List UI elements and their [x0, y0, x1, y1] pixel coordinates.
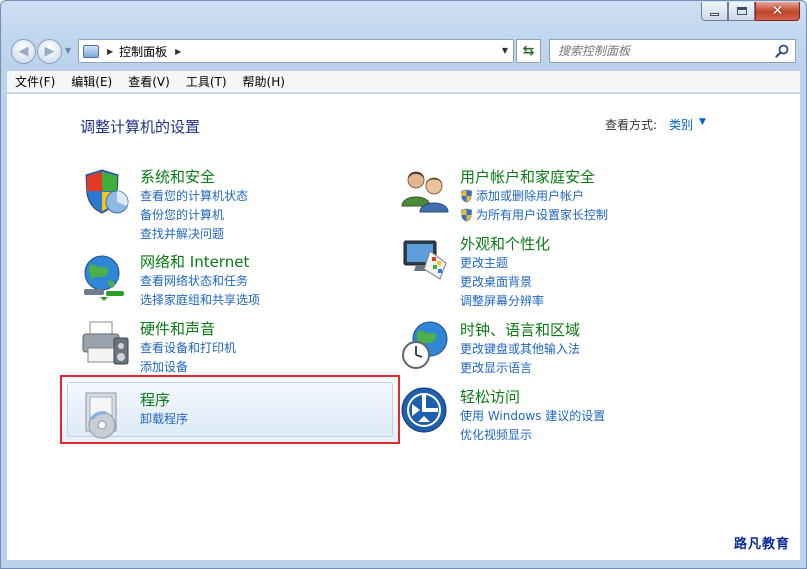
- menu-tools[interactable]: 工具(T): [178, 73, 235, 90]
- back-arrow-icon: ◀: [18, 44, 29, 59]
- uac-shield-icon: [461, 208, 472, 221]
- category-appearance: 外观和个性化 更改主题 更改桌面背景 调整屏幕分辨率: [400, 233, 730, 308]
- link-uninstall-program[interactable]: 卸载程序: [140, 410, 188, 427]
- ease-of-access-icon: [401, 387, 447, 433]
- page-title: 调整计算机的设置: [80, 118, 201, 136]
- link-change-input-method[interactable]: 更改键盘或其他输入法: [460, 340, 580, 357]
- network-globe-icon: [84, 255, 124, 301]
- content-area: 调整计算机的设置 查看方式: 类别 ▼ 系统和安全 查看您的计算机状态 备份您的…: [7, 94, 800, 560]
- breadcrumb-chevron-icon[interactable]: ▶: [175, 47, 181, 56]
- link-devices-printers[interactable]: 查看设备和打印机: [140, 339, 236, 356]
- link-add-remove-users[interactable]: 添加或删除用户帐户: [460, 187, 584, 204]
- minimize-button[interactable]: [701, 2, 728, 21]
- address-dropdown-icon[interactable]: ▼: [502, 46, 508, 55]
- link-change-theme[interactable]: 更改主题: [460, 254, 508, 271]
- maximize-icon: [736, 7, 747, 15]
- category-title-programs[interactable]: 程序: [140, 389, 170, 410]
- close-icon: ✕: [771, 3, 784, 19]
- minimize-icon: [710, 12, 719, 16]
- close-button[interactable]: ✕: [755, 2, 800, 21]
- category-title-clock[interactable]: 时钟、语言和区域: [460, 319, 580, 340]
- search-icon[interactable]: [775, 44, 789, 58]
- link-parental-controls[interactable]: 为所有用户设置家长控制: [460, 206, 608, 223]
- breadcrumb-chevron-icon[interactable]: ▶: [107, 47, 113, 56]
- programs-disc-icon: [85, 392, 117, 439]
- caption-buttons: ✕: [701, 2, 800, 21]
- view-by-label: 查看方式:: [605, 118, 658, 132]
- monitor-palette-icon: [403, 240, 447, 280]
- menu-edit[interactable]: 编辑(E): [63, 73, 120, 90]
- forward-button[interactable]: ▶: [37, 39, 62, 64]
- link-network-status[interactable]: 查看网络状态和任务: [140, 272, 248, 289]
- link-homegroup-sharing[interactable]: 选择家庭组和共享选项: [140, 291, 260, 308]
- category-title-users[interactable]: 用户帐户和家庭安全: [460, 166, 595, 187]
- link-optimize-video[interactable]: 优化视频显示: [460, 426, 532, 443]
- category-ease-of-access: 轻松访问 使用 Windows 建议的设置 优化视频显示: [400, 386, 730, 443]
- refresh-icon: ⇆: [522, 43, 535, 59]
- link-change-display-language[interactable]: 更改显示语言: [460, 359, 532, 376]
- view-by-caret-icon[interactable]: ▼: [699, 117, 706, 127]
- uac-shield-icon: [461, 189, 472, 202]
- category-title-appearance[interactable]: 外观和个性化: [460, 233, 550, 254]
- link-troubleshoot[interactable]: 查找并解决问题: [140, 225, 224, 242]
- search-input[interactable]: [558, 44, 758, 58]
- category-title-access[interactable]: 轻松访问: [460, 386, 520, 407]
- link-screen-resolution[interactable]: 调整屏幕分辨率: [460, 292, 544, 309]
- security-shield-icon: [85, 169, 129, 214]
- menu-file[interactable]: 文件(F): [7, 73, 63, 90]
- forward-arrow-icon: ▶: [44, 44, 55, 59]
- window-frame: ✕ ◀ ▶ ▼ ▶ 控制面板 ▶ ▼ ⇆ 文件(F) 编辑(E) 查看(V) 工…: [0, 0, 807, 569]
- category-system-security: 系统和安全 查看您的计算机状态 备份您的计算机 查找并解决问题: [80, 166, 380, 241]
- printer-icon: [82, 321, 129, 365]
- users-icon: [401, 171, 449, 213]
- watermark-text: 路凡教育: [733, 537, 790, 552]
- breadcrumb-control-panel[interactable]: 控制面板: [119, 43, 167, 60]
- category-title-hardware[interactable]: 硬件和声音: [140, 318, 215, 339]
- menu-help[interactable]: 帮助(H): [235, 73, 293, 90]
- link-recommended-settings[interactable]: 使用 Windows 建议的设置: [460, 407, 605, 424]
- link-view-computer-status[interactable]: 查看您的计算机状态: [140, 187, 248, 204]
- view-by-dropdown[interactable]: 类别: [669, 116, 693, 133]
- category-title-system[interactable]: 系统和安全: [140, 166, 215, 187]
- link-backup-computer[interactable]: 备份您的计算机: [140, 206, 224, 223]
- category-programs: 程序 卸载程序: [80, 389, 380, 439]
- menu-view[interactable]: 查看(V): [120, 73, 178, 90]
- globe-clock-icon: [402, 321, 448, 369]
- control-panel-icon: [83, 44, 99, 58]
- maximize-button[interactable]: [728, 2, 755, 21]
- link-desktop-background[interactable]: 更改桌面背景: [460, 273, 532, 290]
- category-user-accounts: 用户帐户和家庭安全 添加或删除用户帐户 为所有用户设置家长控制: [400, 166, 730, 223]
- link-parental-controls-label: 为所有用户设置家长控制: [476, 208, 609, 222]
- category-clock-language-region: 时钟、语言和区域 更改键盘或其他输入法 更改显示语言: [400, 319, 730, 376]
- category-hardware-sound: 硬件和声音 查看设备和打印机 添加设备: [80, 318, 380, 375]
- back-button[interactable]: ◀: [11, 39, 36, 64]
- refresh-button[interactable]: ⇆: [516, 39, 541, 63]
- link-add-device[interactable]: 添加设备: [140, 358, 188, 375]
- link-add-remove-users-label: 添加或删除用户帐户: [476, 189, 585, 203]
- navigation-bar: ◀ ▶ ▼ ▶ 控制面板 ▶ ▼ ⇆: [7, 37, 800, 65]
- search-box[interactable]: [549, 39, 796, 63]
- category-network-internet: 网络和 Internet 查看网络状态和任务 选择家庭组和共享选项: [80, 251, 380, 308]
- menu-bar: 文件(F) 编辑(E) 查看(V) 工具(T) 帮助(H): [7, 71, 800, 93]
- category-title-network[interactable]: 网络和 Internet: [140, 251, 249, 272]
- address-bar[interactable]: ▶ 控制面板 ▶ ▼: [78, 39, 514, 63]
- recent-pages-dropdown[interactable]: ▼: [65, 46, 71, 55]
